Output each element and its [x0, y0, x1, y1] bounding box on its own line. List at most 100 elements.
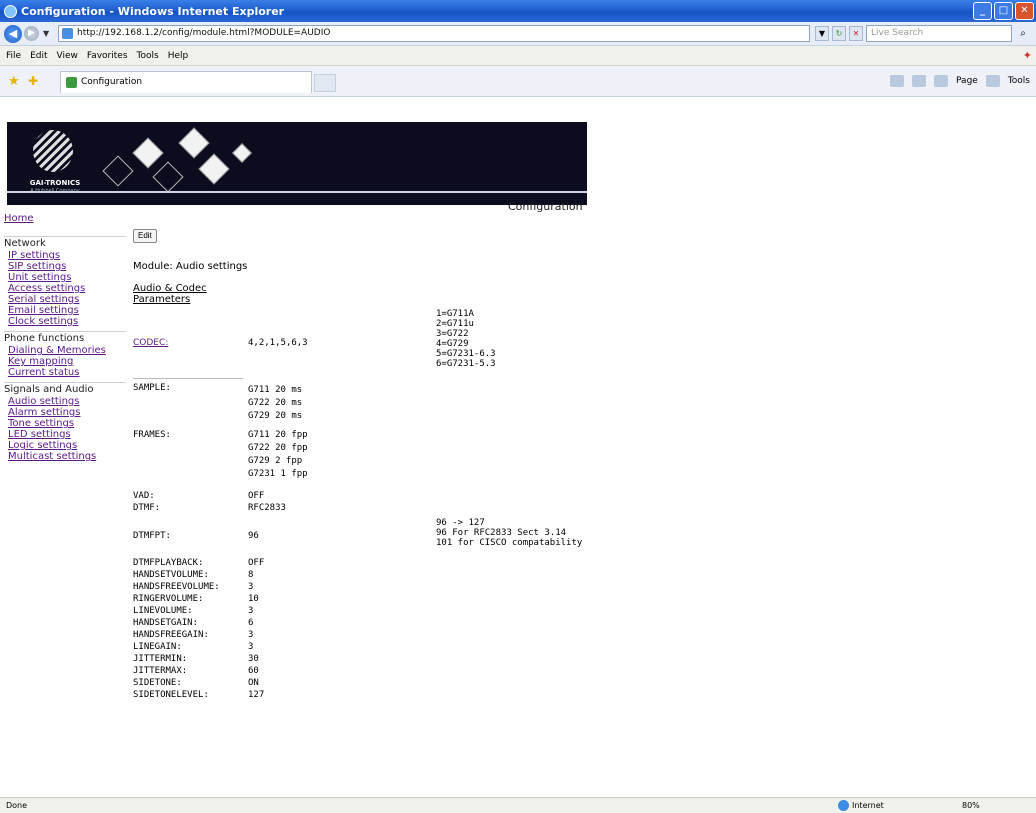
param-name: LINEVOLUME:	[133, 606, 193, 616]
param-name: HANDSETGAIN:	[133, 618, 199, 628]
cube-graphic	[178, 127, 210, 159]
add-favorite-icon[interactable]: ✚	[28, 74, 38, 88]
frames-value: G729 2 fpp	[248, 456, 303, 466]
sidebar-item-tone-settings[interactable]: Tone settings	[4, 418, 126, 429]
sidebar-item-alarm-settings[interactable]: Alarm settings	[4, 407, 126, 418]
frames-label: FRAMES:	[133, 430, 171, 440]
param-value: 3	[248, 582, 254, 592]
sidebar-item-multicast-settings[interactable]: Multicast settings	[4, 451, 126, 462]
codec-note: 6=G7231-5.3	[436, 359, 496, 369]
param-name: DTMFPLAYBACK:	[133, 558, 204, 568]
frames-value: G711 20 fpp	[248, 430, 308, 440]
sidebar-item-audio-settings[interactable]: Audio settings	[4, 396, 126, 407]
param-name: HANDSETVOLUME:	[133, 570, 209, 580]
sidebar-item-home[interactable]: Home	[4, 213, 126, 224]
dtmf-value: RFC2833	[248, 503, 286, 513]
window-title: Configuration - Windows Internet Explore…	[21, 4, 285, 18]
print-icon[interactable]	[934, 75, 949, 87]
divider	[133, 378, 243, 379]
sidebar-item-sip-settings[interactable]: SIP settings	[4, 261, 126, 272]
back-button[interactable]: ◀	[4, 24, 22, 43]
home-icon[interactable]	[890, 75, 905, 87]
edit-button[interactable]: Edit	[133, 229, 157, 243]
sidebar-item-ip-settings[interactable]: IP settings	[4, 250, 126, 261]
sidebar-group-phone: Phone functions Dialing & Memories Key m…	[4, 331, 126, 378]
tab-label: Configuration	[81, 77, 143, 87]
page-menu[interactable]: Page	[956, 76, 978, 86]
frames-value: G7231 1 fpp	[248, 469, 308, 479]
address-input[interactable]: http://192.168.1.2/config/module.html?MO…	[58, 25, 810, 42]
sidebar-item-dialing-memories[interactable]: Dialing & Memories	[4, 345, 126, 356]
address-controls: ▼ ↻ ✕	[815, 26, 863, 41]
maximize-button[interactable]: □	[994, 2, 1013, 20]
codec-link[interactable]: CODEC:	[133, 338, 168, 348]
codec-note: 3=G722	[436, 329, 469, 339]
refresh-button[interactable]: ↻	[832, 26, 846, 41]
menu-tools[interactable]: Tools	[137, 51, 159, 61]
sidebar-item-key-mapping[interactable]: Key mapping	[4, 356, 126, 367]
minimize-button[interactable]: _	[973, 2, 992, 20]
address-dropdown-button[interactable]: ▼	[815, 26, 829, 41]
history-dropdown-icon[interactable]: ▼	[43, 29, 49, 38]
sidebar-item-logic-settings[interactable]: Logic settings	[4, 440, 126, 451]
dtmfpt-note: 96 -> 127	[436, 518, 485, 528]
toolbar-extension-icon[interactable]: ✦	[1023, 49, 1032, 62]
cube-graphic	[198, 153, 230, 185]
sidebar-item-access-settings[interactable]: Access settings	[4, 283, 126, 294]
tab-configuration[interactable]: Configuration	[60, 71, 312, 93]
param-name: SIDETONELEVEL:	[133, 690, 209, 700]
menu-edit[interactable]: Edit	[30, 51, 47, 61]
sidebar-nav: Home Network IP settings SIP settings Un…	[4, 213, 126, 466]
sidebar-item-led-settings[interactable]: LED settings	[4, 429, 126, 440]
codec-note: 2=G711u	[436, 319, 474, 329]
frames-value: G722 20 fpp	[248, 443, 308, 453]
favorites-star-icon[interactable]: ★	[8, 74, 20, 89]
param-name: HANDSFREEVOLUME:	[133, 582, 220, 592]
codec-note: 1=G711A	[436, 309, 474, 319]
tools-menu[interactable]: Tools	[1008, 76, 1030, 86]
stop-button[interactable]: ✕	[849, 26, 863, 41]
search-icon[interactable]: ⌕	[1014, 25, 1032, 42]
param-name: JITTERMIN:	[133, 654, 188, 664]
param-value: 3	[248, 630, 254, 640]
param-row: JITTERMIN: 30	[133, 653, 264, 665]
dtmfpt-notes: 96 -> 127 96 For RFC2833 Sect 3.14 101 f…	[436, 518, 582, 548]
vad-label: VAD:	[133, 491, 155, 501]
feeds-icon[interactable]	[912, 75, 927, 87]
param-row: JITTERMAX: 60	[133, 665, 264, 677]
param-value: ON	[248, 678, 259, 688]
sidebar-item-clock-settings[interactable]: Clock settings	[4, 316, 126, 327]
dtmfpt-note: 101 for CISCO compatability	[436, 538, 583, 548]
menu-view[interactable]: View	[57, 51, 78, 61]
param-row: LINEGAIN: 3	[133, 641, 264, 653]
command-bar: Page Tools	[890, 75, 1030, 87]
sample-value: G722 20 ms	[248, 398, 303, 408]
zoom-level[interactable]: 80%	[962, 798, 980, 813]
search-input[interactable]: Live Search	[866, 25, 1012, 42]
status-bar: Done Internet 80%	[0, 797, 1036, 813]
menu-help[interactable]: Help	[168, 51, 189, 61]
tools-icon	[985, 75, 1000, 87]
param-row: RINGERVOLUME: 10	[133, 593, 264, 605]
status-text: Done	[6, 801, 28, 810]
close-button[interactable]: ✕	[1015, 2, 1034, 20]
param-value: 30	[248, 654, 259, 664]
sidebar-item-unit-settings[interactable]: Unit settings	[4, 272, 126, 283]
banner-strip	[7, 191, 587, 193]
param-value: 127	[248, 690, 265, 700]
sidebar-heading: Phone functions	[4, 331, 126, 345]
section-heading[interactable]: Audio & Codec Parameters	[133, 283, 233, 305]
param-name: SIDETONE:	[133, 678, 182, 688]
new-tab-button[interactable]	[314, 74, 336, 92]
menu-file[interactable]: File	[6, 51, 21, 61]
page-title: Configuration	[508, 200, 583, 213]
sidebar-item-email-settings[interactable]: Email settings	[4, 305, 126, 316]
sidebar-item-current-status[interactable]: Current status	[4, 367, 126, 378]
param-row: HANDSETGAIN: 6	[133, 617, 264, 629]
menu-favorites[interactable]: Favorites	[87, 51, 128, 61]
cube-graphic	[102, 155, 134, 187]
ie-icon	[4, 4, 17, 18]
forward-button[interactable]: ▶	[24, 26, 39, 41]
sidebar-item-serial-settings[interactable]: Serial settings	[4, 294, 126, 305]
codec-note: 5=G7231-6.3	[436, 349, 496, 359]
